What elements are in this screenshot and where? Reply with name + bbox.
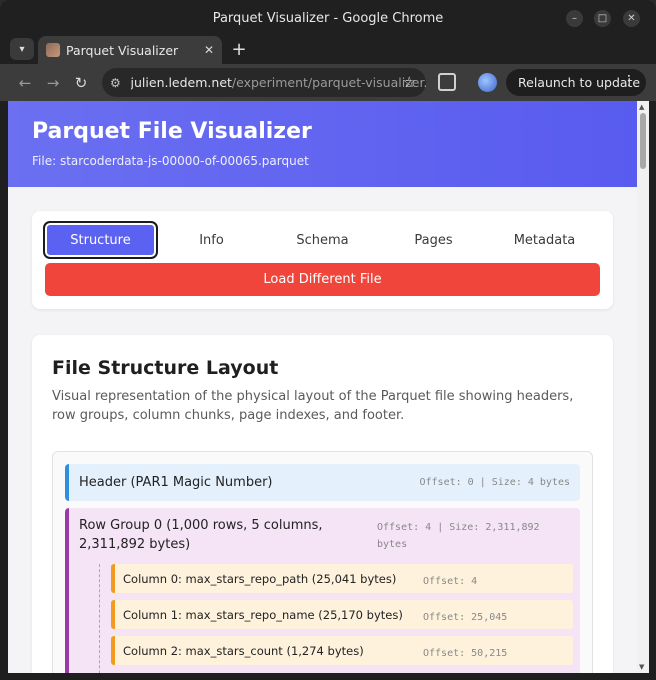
site-info-icon[interactable]: ⚙: [110, 76, 125, 90]
column-chunk-meta: Offset: 4: [423, 576, 478, 587]
row-group-block[interactable]: Row Group 0 (1,000 rows, 5 columns, 2,31…: [65, 508, 580, 673]
relaunch-button[interactable]: Relaunch to update ⋮: [506, 69, 646, 96]
scroll-down-arrow-icon[interactable]: ▼: [639, 663, 644, 671]
back-arrow-icon[interactable]: ←: [14, 72, 36, 94]
reload-icon[interactable]: ↻: [70, 72, 92, 94]
page-scrollbar[interactable]: ▲ ▼: [637, 101, 649, 673]
tab-pages[interactable]: Pages: [378, 223, 489, 257]
tab-search-dropdown-icon[interactable]: ▾: [10, 38, 34, 60]
bookmark-star-icon[interactable]: ☆: [403, 73, 416, 91]
close-icon[interactable]: ✕: [623, 10, 640, 27]
row-group-label: Row Group 0 (1,000 rows, 5 columns, 2,31…: [79, 518, 323, 552]
page-header: Parquet File Visualizer File: starcoderd…: [8, 101, 637, 187]
tab-schema[interactable]: Schema: [267, 223, 378, 257]
address-bar[interactable]: ⚙ julien.ledem.net/experiment/parquet-vi…: [102, 68, 426, 97]
extensions-puzzle-icon[interactable]: [438, 73, 456, 91]
favicon-icon: [46, 43, 60, 57]
profile-avatar[interactable]: [478, 73, 497, 92]
tab-structure[interactable]: Structure: [43, 221, 158, 259]
file-layout-diagram: Header (PAR1 Magic Number) Offset: 0 | S…: [52, 451, 593, 673]
section-description: Visual representation of the physical la…: [52, 389, 574, 423]
browser-window: Parquet Visualizer - Google Chrome – □ ✕…: [0, 0, 656, 680]
header-block-label: Header (PAR1 Magic Number): [79, 475, 273, 490]
column-chunk-block[interactable]: Column 1: max_stars_repo_name (25,170 by…: [111, 600, 573, 629]
browser-tab-title: Parquet Visualizer: [66, 42, 179, 58]
new-tab-plus-icon[interactable]: +: [228, 38, 250, 60]
more-menu-icon[interactable]: ⋮: [622, 73, 636, 89]
tab-close-icon[interactable]: ✕: [204, 43, 214, 57]
page-title: Parquet File Visualizer: [32, 119, 312, 144]
maximize-icon[interactable]: □: [594, 10, 611, 27]
column-chunks-connector: [99, 564, 100, 673]
url-text[interactable]: julien.ledem.net/experiment/parquet-visu…: [131, 75, 426, 90]
forward-arrow-icon[interactable]: →: [42, 72, 64, 94]
page-viewport: Parquet File Visualizer File: starcoderd…: [8, 101, 637, 673]
header-block[interactable]: Header (PAR1 Magic Number) Offset: 0 | S…: [65, 464, 580, 501]
column-chunk-label: Column 0: max_stars_repo_path (25,041 by…: [123, 571, 397, 586]
tab-info[interactable]: Info: [156, 223, 267, 257]
column-chunk-label: Column 1: max_stars_repo_name (25,170 by…: [123, 607, 403, 622]
window-title: Parquet Visualizer - Google Chrome: [212, 10, 444, 26]
scrollbar-thumb[interactable]: [640, 113, 646, 169]
column-chunk-block[interactable]: Column 2: max_stars_count (1,274 bytes) …: [111, 636, 573, 665]
column-chunk-block[interactable]: Column 0: max_stars_repo_path (25,041 by…: [111, 564, 573, 593]
title-bar: Parquet Visualizer - Google Chrome – □ ✕: [0, 0, 656, 36]
column-chunk-meta: Offset: 25,045: [423, 612, 508, 623]
structure-panel: File Structure Layout Visual representat…: [32, 335, 613, 673]
file-name-label: File: starcoderdata-js-00000-of-00065.pa…: [32, 154, 309, 168]
section-title: File Structure Layout: [52, 357, 279, 379]
minimize-icon[interactable]: –: [566, 10, 583, 27]
view-tabs: Structure Info Schema Pages Metadata: [43, 221, 600, 259]
load-different-file-button[interactable]: Load Different File: [45, 263, 600, 296]
header-block-meta: Offset: 0 | Size: 4 bytes: [419, 477, 570, 488]
tab-strip: ▾ Parquet Visualizer ✕ +: [0, 36, 656, 64]
browser-toolbar: ← → ↻ ⚙ julien.ledem.net/experiment/parq…: [0, 64, 656, 101]
column-chunk-meta: Offset: 50,215: [423, 648, 508, 659]
navigation-card: Structure Info Schema Pages Metadata Loa…: [32, 211, 613, 309]
browser-tab[interactable]: Parquet Visualizer ✕: [38, 36, 222, 64]
row-group-meta: Offset: 4 | Size: 2,311,892 bytes: [377, 522, 540, 550]
column-chunk-label: Column 2: max_stars_count (1,274 bytes): [123, 643, 364, 658]
scroll-up-arrow-icon[interactable]: ▲: [639, 103, 644, 111]
tab-metadata[interactable]: Metadata: [489, 223, 600, 257]
